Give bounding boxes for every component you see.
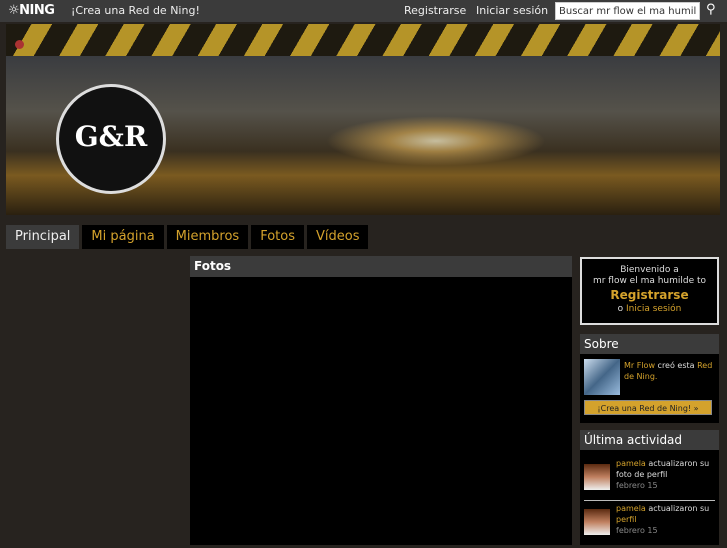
- activity-box: Última actividad pamela actualizaron su f…: [580, 430, 719, 545]
- header-banner: G&R: [6, 24, 720, 215]
- tab-principal[interactable]: Principal: [6, 225, 80, 249]
- activity-date: febrero 15: [616, 526, 658, 535]
- creator-link[interactable]: Mr Flow: [624, 361, 655, 370]
- top-bar: ☼NING ¡Crea una Red de Ning! Registrarse…: [0, 0, 727, 22]
- decorative-dots: [15, 40, 39, 49]
- stripes-decoration: [6, 24, 720, 56]
- welcome-line1: Bienvenido a: [620, 265, 679, 275]
- user-link[interactable]: pamela: [616, 504, 646, 513]
- search-icon[interactable]: ⚲: [706, 2, 716, 17]
- activity-item: pamela actualizaron su perfil febrero 15: [584, 503, 715, 548]
- activity-action: actualizaron su: [648, 504, 710, 513]
- register-button[interactable]: Registrarse: [582, 289, 717, 301]
- network-logo[interactable]: G&R: [56, 84, 166, 194]
- creator-avatar[interactable]: [584, 359, 620, 395]
- activity-object[interactable]: perfil: [616, 515, 637, 524]
- activity-date: febrero 15: [616, 481, 658, 490]
- tab-videos[interactable]: Vídeos: [306, 225, 369, 249]
- photos-title: Fotos: [190, 256, 572, 277]
- create-network-link[interactable]: ¡Crea una Red de Ning!: [71, 4, 200, 17]
- create-network-button[interactable]: ¡Crea una Red de Ning! »: [584, 400, 712, 415]
- signin-link[interactable]: Inicia sesión: [626, 304, 681, 314]
- ning-logo-text: NING: [19, 3, 55, 18]
- about-title: Sobre: [580, 334, 719, 354]
- activity-action: actualizaron su: [648, 459, 710, 468]
- welcome-box: Bienvenido a mr flow el ma humilde to Re…: [580, 257, 719, 325]
- activity-item: pamela actualizaron su foto de perfil febr…: [584, 458, 715, 503]
- tab-mi-pagina[interactable]: Mi página: [82, 225, 164, 249]
- welcome-line2: mr flow el ma humilde to: [592, 276, 707, 286]
- activity-object: foto de perfil: [616, 470, 668, 479]
- main-nav: Principal Mi página Miembros Fotos Vídeo…: [6, 225, 369, 249]
- activity-title: Última actividad: [580, 430, 719, 450]
- register-link[interactable]: Registrarse: [404, 4, 466, 17]
- about-box: Sobre Mr Flow creó esta Red de Ning. ¡Cr…: [580, 334, 719, 423]
- tab-miembros[interactable]: Miembros: [166, 225, 249, 249]
- ning-logo[interactable]: ☼NING: [8, 3, 55, 18]
- photos-module: Fotos: [190, 256, 572, 545]
- or-text: o: [617, 304, 624, 314]
- created-text: creó esta: [657, 361, 695, 370]
- user-link[interactable]: pamela: [616, 459, 646, 468]
- divider: [584, 500, 715, 501]
- search-input[interactable]: [555, 2, 700, 20]
- login-link[interactable]: Iniciar sesión: [476, 4, 548, 17]
- user-avatar[interactable]: [584, 464, 610, 490]
- tab-fotos[interactable]: Fotos: [251, 225, 304, 249]
- user-avatar[interactable]: [584, 509, 610, 535]
